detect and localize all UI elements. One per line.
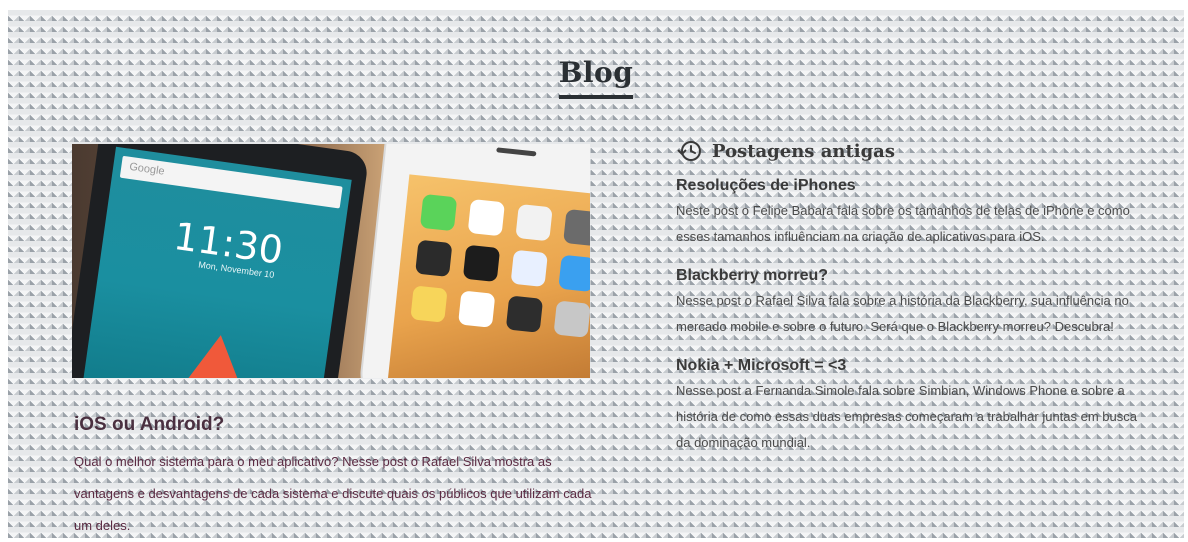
android-search-bar: Google (119, 155, 343, 209)
old-post-title[interactable]: Nokia + Microsoft = <3 (676, 354, 1146, 378)
app-icon (458, 290, 496, 328)
old-post-excerpt: Nesse post a Fernanda Simole fala sobre … (676, 383, 1137, 450)
featured-post-image[interactable]: Google 11:30 Mon, November 10 (72, 144, 590, 378)
app-icon (415, 239, 453, 278)
old-post-excerpt: Nesse post o Rafael Silva fala sobre a h… (676, 293, 1129, 334)
featured-post-title[interactable]: iOS ou Android? (74, 414, 224, 436)
android-phone-illustration: Google 11:30 Mon, November 10 (72, 144, 370, 378)
page-title-text: Blog (558, 56, 634, 99)
iphone-screen (385, 174, 590, 378)
featured-post-excerpt: Qual o melhor sistema para o meu aplicat… (74, 454, 592, 533)
old-post-item[interactable]: Resoluções de iPhones Neste post o Felip… (676, 174, 1146, 250)
old-post-item[interactable]: Blackberry morreu? Nesse post o Rafael S… (676, 264, 1146, 340)
app-icon (467, 198, 505, 237)
sidebar-heading: Postagens antigas (712, 140, 895, 162)
app-icon (553, 300, 590, 338)
iphone-app-grid (410, 193, 590, 338)
old-post-title[interactable]: Blackberry morreu? (676, 264, 1146, 288)
android-screen: Google 11:30 Mon, November 10 (82, 146, 352, 378)
old-post-title[interactable]: Resoluções de iPhones (676, 174, 1146, 198)
app-icon (462, 244, 501, 283)
blog-section: Blog Google 11:30 Mon, November 10 iOS o… (8, 10, 1184, 538)
app-icon (515, 203, 553, 242)
old-post-excerpt: Neste post o Felipe Babara fala sobre os… (676, 203, 1130, 244)
history-icon (677, 141, 701, 161)
app-icon (558, 254, 590, 293)
app-icon (419, 193, 458, 232)
app-icon (505, 295, 544, 333)
android-wallpaper-shape (158, 328, 271, 378)
old-posts-sidebar: Postagens antigas Resoluções de iPhones … (676, 138, 1146, 456)
sidebar-header: Postagens antigas (676, 138, 1146, 164)
app-icon (563, 208, 590, 247)
old-post-item[interactable]: Nokia + Microsoft = <3 Nesse post a Fern… (676, 354, 1146, 456)
app-icon (510, 249, 548, 288)
app-icon (410, 285, 448, 323)
iphone-speaker (496, 147, 537, 157)
iphone-illustration (357, 144, 590, 378)
page-title: Blog (8, 56, 1184, 99)
